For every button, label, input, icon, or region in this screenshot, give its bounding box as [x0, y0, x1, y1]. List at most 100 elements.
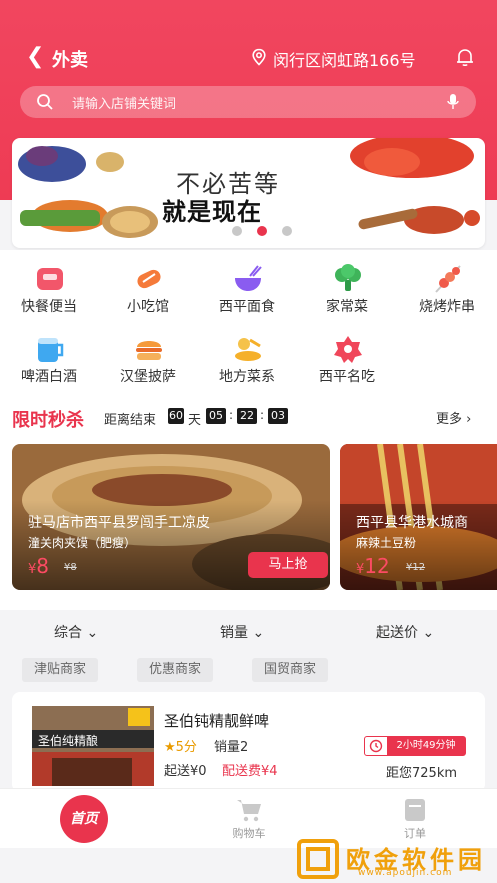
- category-item[interactable]: 汉堡披萨: [103, 320, 193, 385]
- chevron-down-icon: ⌄: [86, 625, 99, 641]
- product-name: 潼关肉夹馍（肥瘦）: [28, 536, 137, 550]
- category-label: 汉堡披萨: [120, 369, 176, 385]
- shop-distance: 距您725km: [386, 766, 458, 781]
- countdown-hours: 05: [206, 408, 226, 424]
- local-dish-icon: [235, 338, 261, 361]
- sort-label: 综合: [54, 625, 82, 641]
- filter-tag[interactable]: 优惠商家: [137, 658, 214, 682]
- search-bar[interactable]: 请输入店铺关键词: [20, 86, 476, 118]
- delivery-time: 2小时49分钟: [387, 737, 465, 755]
- sort-option-min-order[interactable]: 起送价 ⌄: [376, 622, 434, 642]
- sort-label: 起送价: [376, 625, 418, 641]
- map-pin-icon[interactable]: [250, 48, 268, 66]
- chevron-down-icon: ⌄: [252, 625, 265, 641]
- countdown-label: 距离结束: [104, 413, 157, 428]
- sale-price: ¥8: [28, 554, 49, 578]
- category-label: 烧烤炸串: [419, 299, 475, 315]
- banner-dot[interactable]: [282, 226, 292, 236]
- promo-banner[interactable]: 不必苦等 就是现在: [12, 138, 485, 248]
- skewer-snack-icon: [137, 269, 161, 289]
- banner-pagination: [232, 226, 292, 236]
- noodle-bowl-icon: [235, 265, 262, 291]
- category-label: 啤酒白酒: [21, 369, 77, 385]
- delivery-fee: 配送费¥4: [222, 764, 278, 779]
- watermark-url: www.apoujin.com: [358, 868, 453, 878]
- tab-orders[interactable]: 订单: [385, 795, 445, 840]
- category-label: 地方菜系: [219, 369, 275, 385]
- filter-tag[interactable]: 国贸商家: [252, 658, 329, 682]
- countdown-minutes: 22: [237, 408, 257, 424]
- shop-name: 西平县华港水城商: [356, 515, 468, 531]
- shop-sales: 销量2: [214, 740, 249, 755]
- page-title: 外卖: [52, 50, 88, 71]
- clock-icon: [369, 739, 383, 753]
- product-name: 麻辣土豆粉: [356, 536, 417, 550]
- tab-cart[interactable]: 购物车: [219, 795, 279, 840]
- flash-sale-section: 限时秒杀 距离结束 60 天 05 : 22 : 03 更多 › 驻马店市西平县…: [0, 398, 497, 610]
- original-price: ¥8: [64, 562, 77, 573]
- filter-tag[interactable]: 津贴商家: [22, 658, 99, 682]
- category-item[interactable]: 烧烤炸串: [402, 250, 492, 315]
- sort-option-sales[interactable]: 销量 ⌄: [220, 622, 264, 642]
- sale-price: ¥12: [356, 554, 390, 578]
- price-value: 12: [364, 554, 390, 578]
- category-label: 西平名吃: [319, 369, 375, 385]
- countdown-separator: :: [229, 408, 234, 422]
- burger-icon: [136, 341, 162, 360]
- category-item[interactable]: 地方菜系: [202, 320, 292, 385]
- tab-cart-label: 购物车: [232, 827, 266, 840]
- bbq-skewer-icon: [435, 265, 461, 293]
- broccoli-icon: [335, 264, 361, 291]
- category-label: 小吃馆: [127, 299, 169, 315]
- countdown-day-unit: 天: [188, 413, 202, 428]
- star-icon: ★: [164, 740, 176, 755]
- countdown-separator: :: [260, 408, 265, 422]
- sort-label: 销量: [220, 625, 248, 641]
- chevron-left-icon[interactable]: ❮: [26, 44, 44, 70]
- shop-sign-text: 圣伯纯精酿: [38, 734, 99, 748]
- flash-sale-card[interactable]: 西平县华港水城商 麻辣土豆粉 ¥12 ¥12: [340, 444, 497, 590]
- sort-bar: 综合 ⌄ 销量 ⌄ 起送价 ⌄: [0, 610, 497, 654]
- buy-now-button[interactable]: 马上抢: [248, 552, 328, 578]
- bell-icon[interactable]: [454, 46, 476, 68]
- category-item[interactable]: 快餐便当: [4, 250, 94, 315]
- shop-card[interactable]: 圣伯纯精酿 圣伯钝精靓鲜啤 ★5分 销量2 起送¥0 配送费¥4 2小时49分钟…: [12, 692, 485, 792]
- countdown-seconds: 03: [268, 408, 288, 424]
- sort-option-comprehensive[interactable]: 综合 ⌄: [54, 622, 98, 642]
- flower-badge-icon: [334, 336, 362, 363]
- tab-home[interactable]: 首页: [60, 795, 108, 843]
- search-icon: [37, 94, 53, 110]
- bento-box-icon: [37, 268, 63, 290]
- more-link[interactable]: 更多 ›: [436, 408, 471, 427]
- shop-rating: ★5分: [164, 736, 197, 755]
- price-value: 8: [36, 554, 50, 578]
- shop-image: 圣伯纯精酿: [32, 706, 154, 786]
- watermark-logo-icon: [297, 839, 339, 879]
- category-item[interactable]: 西平面食: [202, 250, 292, 315]
- location-text[interactable]: 闵行区闵虹路166号: [273, 47, 416, 71]
- top-bar: ❮ 外卖 闵行区闵虹路166号: [0, 40, 497, 76]
- banner-dot-active[interactable]: [257, 226, 267, 236]
- microphone-icon[interactable]: [446, 93, 460, 111]
- watermark: 欧金软件园 www.apoujin.com: [296, 838, 492, 880]
- category-grid: 快餐便当 小吃馆 西平面食 家常菜 烧烤炸串 啤酒白酒 汉堡披萨 地方菜系 西平…: [0, 250, 497, 398]
- shop-name: 驻马店市西平县罗闯手工凉皮: [28, 515, 210, 531]
- min-order: 起送¥0: [164, 764, 207, 779]
- chevron-down-icon: ⌄: [422, 625, 435, 641]
- category-item[interactable]: 啤酒白酒: [4, 320, 94, 385]
- countdown-days: 60: [168, 408, 184, 424]
- category-label: 快餐便当: [21, 299, 77, 315]
- category-item[interactable]: 家常菜: [302, 250, 392, 315]
- category-item[interactable]: 西平名吃: [302, 320, 392, 385]
- filter-tags: 津贴商家 优惠商家 国贸商家: [0, 654, 497, 688]
- category-item[interactable]: 小吃馆: [103, 250, 193, 315]
- delivery-time-badge: 2小时49分钟: [364, 736, 466, 756]
- more-label: 更多: [436, 412, 463, 427]
- shopping-cart-icon: [237, 800, 261, 822]
- chevron-right-icon: ›: [466, 412, 472, 427]
- rating-value: 5分: [175, 740, 197, 755]
- banner-dot[interactable]: [232, 226, 242, 236]
- flash-sale-card[interactable]: 驻马店市西平县罗闯手工凉皮 潼关肉夹馍（肥瘦） ¥8 ¥8 马上抢: [12, 444, 330, 590]
- shop-name: 圣伯钝精靓鲜啤: [164, 712, 270, 730]
- flash-sale-title: 限时秒杀: [12, 410, 84, 431]
